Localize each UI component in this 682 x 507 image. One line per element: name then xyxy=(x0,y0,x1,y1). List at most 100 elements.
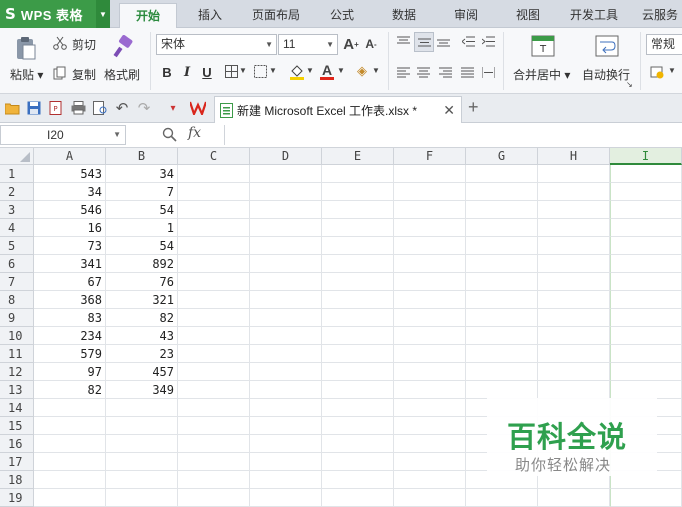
undo-icon[interactable]: ↶ xyxy=(114,100,130,117)
tab-data[interactable]: 数据 xyxy=(382,3,426,28)
cell-f6[interactable] xyxy=(394,255,466,273)
cell-d3[interactable] xyxy=(250,201,322,219)
cell-e8[interactable] xyxy=(322,291,394,309)
copy-icon[interactable] xyxy=(52,65,68,81)
tab-developer[interactable]: 开发工具 xyxy=(566,3,622,28)
cell-f12[interactable] xyxy=(394,363,466,381)
cell-a4[interactable]: 16 xyxy=(34,219,106,237)
cell-b6[interactable]: 892 xyxy=(106,255,178,273)
cell-e3[interactable] xyxy=(322,201,394,219)
cell-b5[interactable]: 54 xyxy=(106,237,178,255)
cell-e17[interactable] xyxy=(322,453,394,471)
column-header-i[interactable]: I xyxy=(610,148,682,165)
justify-icon[interactable] xyxy=(459,65,475,79)
cell-e14[interactable] xyxy=(322,399,394,417)
cell-h8[interactable] xyxy=(538,291,610,309)
cell-g6[interactable] xyxy=(466,255,538,273)
cell-a16[interactable] xyxy=(34,435,106,453)
cell-f13[interactable] xyxy=(394,381,466,399)
cell-h12[interactable] xyxy=(538,363,610,381)
cell-b12[interactable]: 457 xyxy=(106,363,178,381)
redo-icon[interactable]: ↷ xyxy=(136,100,152,117)
cell-h19[interactable] xyxy=(538,489,610,507)
cell-f10[interactable] xyxy=(394,327,466,345)
close-icon[interactable]: ✕ xyxy=(443,102,455,119)
row-header[interactable]: 13 xyxy=(0,381,34,399)
wrap-text-icon[interactable] xyxy=(594,34,620,58)
zoom-search-icon[interactable] xyxy=(162,127,177,145)
cell-e1[interactable] xyxy=(322,165,394,183)
cell-c5[interactable] xyxy=(178,237,250,255)
chevron-down-icon[interactable]: ▼ xyxy=(96,0,110,28)
cell-f3[interactable] xyxy=(394,201,466,219)
tab-review[interactable]: 审阅 xyxy=(444,3,488,28)
font-name-select[interactable]: 宋体 ▼ xyxy=(156,34,277,55)
cell-b2[interactable]: 7 xyxy=(106,183,178,201)
cell-c2[interactable] xyxy=(178,183,250,201)
cell-b9[interactable]: 82 xyxy=(106,309,178,327)
indent-icon[interactable] xyxy=(480,34,496,48)
cell-d1[interactable] xyxy=(250,165,322,183)
chevron-down-icon[interactable]: ▼ xyxy=(337,66,345,75)
insert-function-icon[interactable]: fx xyxy=(188,125,201,141)
cell-i8[interactable] xyxy=(610,291,682,309)
cell-a14[interactable] xyxy=(34,399,106,417)
row-header[interactable]: 18 xyxy=(0,471,34,489)
align-right-icon[interactable] xyxy=(437,65,453,79)
cell-i2[interactable] xyxy=(610,183,682,201)
paste-button[interactable]: 粘贴 ▾ xyxy=(10,66,43,83)
cell-c19[interactable] xyxy=(178,489,250,507)
cell-a9[interactable]: 83 xyxy=(34,309,106,327)
bold-button[interactable]: B xyxy=(157,62,177,82)
cell-b19[interactable] xyxy=(106,489,178,507)
cell-b4[interactable]: 1 xyxy=(106,219,178,237)
cell-e2[interactable] xyxy=(322,183,394,201)
name-box[interactable]: I20 ▼ xyxy=(0,125,126,145)
font-color-button[interactable]: A xyxy=(318,61,336,81)
cell-h5[interactable] xyxy=(538,237,610,255)
chevron-down-icon[interactable]: ▼ xyxy=(269,66,277,75)
wps-menu-button[interactable]: S WPS 表格 ▼ xyxy=(0,0,110,28)
cell-b8[interactable]: 321 xyxy=(106,291,178,309)
cell-i9[interactable] xyxy=(610,309,682,327)
row-header[interactable]: 3 xyxy=(0,201,34,219)
cell-g19[interactable] xyxy=(466,489,538,507)
cell-h10[interactable] xyxy=(538,327,610,345)
wrap-text-button[interactable]: 自动换行 xyxy=(582,66,630,83)
row-header[interactable]: 9 xyxy=(0,309,34,327)
customize-toolbar-icon[interactable]: ▾ xyxy=(165,100,181,116)
currency-icon[interactable] xyxy=(650,64,666,80)
cell-i10[interactable] xyxy=(610,327,682,345)
chevron-down-icon[interactable]: ▼ xyxy=(306,66,314,75)
cell-d4[interactable] xyxy=(250,219,322,237)
column-header-f[interactable]: F xyxy=(394,148,466,165)
cell-c4[interactable] xyxy=(178,219,250,237)
cell-i5[interactable] xyxy=(610,237,682,255)
cell-c7[interactable] xyxy=(178,273,250,291)
row-header[interactable]: 7 xyxy=(0,273,34,291)
cell-f11[interactable] xyxy=(394,345,466,363)
cell-d13[interactable] xyxy=(250,381,322,399)
cell-h4[interactable] xyxy=(538,219,610,237)
tab-view[interactable]: 视图 xyxy=(506,3,550,28)
merge-center-button[interactable]: 合并居中 ▾ xyxy=(513,66,570,83)
cell-g1[interactable] xyxy=(466,165,538,183)
cell-b1[interactable]: 34 xyxy=(106,165,178,183)
tab-home[interactable]: 开始 xyxy=(119,3,177,29)
format-painter-icon[interactable] xyxy=(110,34,136,60)
cell-d15[interactable] xyxy=(250,417,322,435)
cell-b17[interactable] xyxy=(106,453,178,471)
cell-g5[interactable] xyxy=(466,237,538,255)
cell-d2[interactable] xyxy=(250,183,322,201)
scissors-icon[interactable] xyxy=(52,35,68,51)
cell-e10[interactable] xyxy=(322,327,394,345)
cell-a8[interactable]: 368 xyxy=(34,291,106,309)
cell-b16[interactable] xyxy=(106,435,178,453)
cell-b13[interactable]: 349 xyxy=(106,381,178,399)
cell-h9[interactable] xyxy=(538,309,610,327)
cell-b15[interactable] xyxy=(106,417,178,435)
cell-c13[interactable] xyxy=(178,381,250,399)
tab-formulas[interactable]: 公式 xyxy=(320,3,364,28)
cell-i12[interactable] xyxy=(610,363,682,381)
cell-d11[interactable] xyxy=(250,345,322,363)
